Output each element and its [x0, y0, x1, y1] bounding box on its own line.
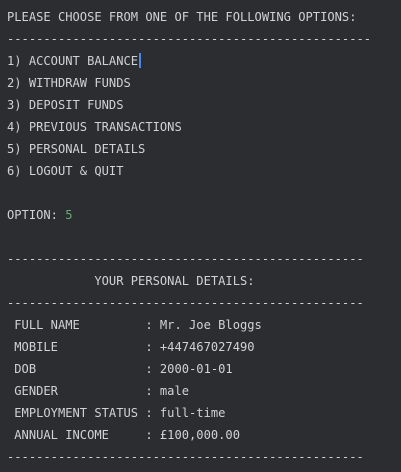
- detail-label: DOB :: [7, 362, 160, 376]
- detail-label: MOBILE :: [7, 340, 160, 354]
- details-divider-top: ----------------------------------------…: [7, 252, 364, 266]
- menu-divider: ----------------------------------------…: [7, 32, 372, 46]
- menu-option-previous-transactions: 4) PREVIOUS TRANSACTIONS: [7, 120, 182, 134]
- detail-value: Mr. Joe Bloggs: [159, 318, 262, 332]
- detail-value: full-time: [159, 406, 226, 420]
- detail-label: EMPLOYMENT STATUS :: [7, 406, 160, 420]
- text-cursor: [139, 53, 142, 68]
- menu-option-account-balance: 1) ACCOUNT BALANCE: [7, 50, 401, 72]
- detail-label: ANNUAL INCOME :: [7, 428, 160, 442]
- detail-row-full-name: FULL NAME : Mr. Joe Bloggs: [7, 314, 401, 336]
- details-title: YOUR PERSONAL DETAILS:: [7, 274, 255, 288]
- detail-row-annual-income: ANNUAL INCOME : £100,000.00: [7, 424, 401, 446]
- detail-row-employment-status: EMPLOYMENT STATUS : full-time: [7, 402, 401, 424]
- menu-option-logout-quit: 6) LOGOUT & QUIT: [7, 164, 124, 178]
- menu-option-personal-details: 5) PERSONAL DETAILS: [7, 142, 146, 156]
- menu-option-deposit-funds: 3) DEPOSIT FUNDS: [7, 98, 124, 112]
- terminal-output[interactable]: PLEASE CHOOSE FROM ONE OF THE FOLLOWING …: [7, 6, 401, 468]
- detail-value: £100,000.00: [159, 428, 240, 442]
- detail-label: GENDER :: [7, 384, 160, 398]
- details-divider-bottom: ----------------------------------------…: [7, 450, 364, 464]
- option-input-line[interactable]: OPTION: 5: [7, 204, 401, 226]
- details-divider-middle: ----------------------------------------…: [7, 296, 364, 310]
- menu-option-label: 1) ACCOUNT BALANCE: [7, 54, 139, 68]
- detail-value: 2000-01-01: [159, 362, 233, 376]
- detail-value: +447467027490: [159, 340, 255, 354]
- menu-option-withdraw-funds: 2) WITHDRAW FUNDS: [7, 76, 131, 90]
- detail-value: male: [159, 384, 190, 398]
- detail-row-gender: GENDER : male: [7, 380, 401, 402]
- detail-row-dob: DOB : 2000-01-01: [7, 358, 401, 380]
- detail-row-mobile: MOBILE : +447467027490: [7, 336, 401, 358]
- menu-prompt: PLEASE CHOOSE FROM ONE OF THE FOLLOWING …: [7, 10, 357, 24]
- detail-label: FULL NAME :: [7, 318, 160, 332]
- option-prompt: OPTION:: [7, 208, 66, 222]
- option-input-value[interactable]: 5: [65, 208, 72, 222]
